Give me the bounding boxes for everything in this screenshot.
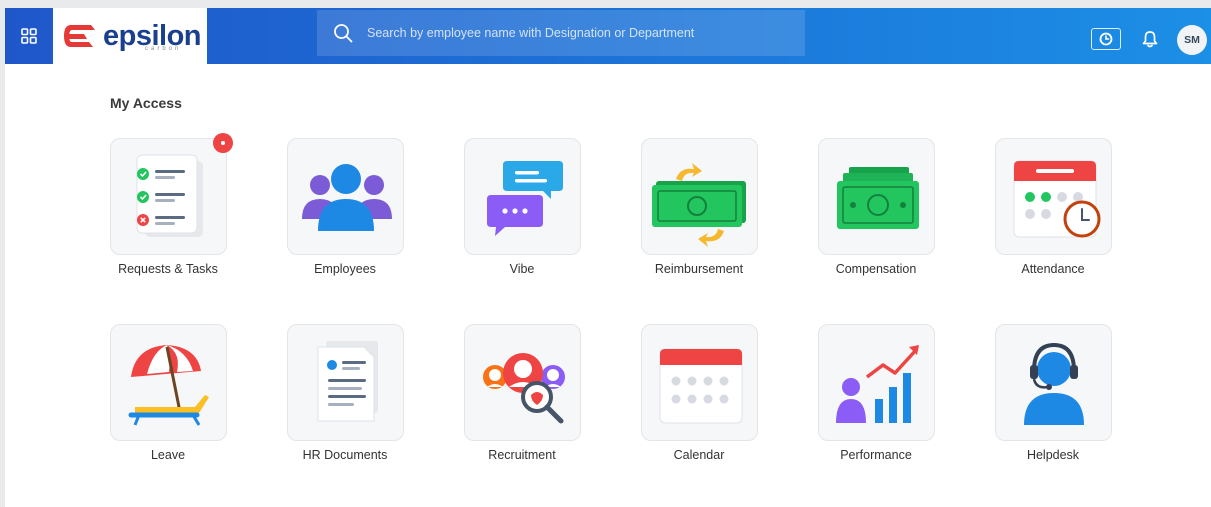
tile-label: Reimbursement [654, 262, 744, 276]
grid-icon [21, 28, 37, 44]
tile-vibe[interactable]: Vibe [452, 138, 592, 288]
performance-icon [836, 345, 919, 423]
tile-label: Recruitment [488, 448, 556, 462]
tile-hr-documents[interactable]: HR Documents [275, 324, 415, 474]
hr-documents-icon [317, 341, 378, 422]
search-input[interactable] [367, 26, 787, 40]
tile-label: Attendance [1021, 262, 1085, 276]
app-grid-button[interactable] [5, 8, 53, 64]
tile-helpdesk[interactable]: Helpdesk [983, 324, 1123, 474]
tile-icon-box [995, 324, 1112, 441]
search-icon [334, 24, 353, 43]
clock-icon [1099, 32, 1113, 46]
user-avatar[interactable]: SM [1177, 25, 1207, 55]
tile-icon-box [818, 324, 935, 441]
recruitment-icon [483, 353, 565, 424]
notification-badge [213, 133, 233, 153]
attendance-icon [1013, 160, 1101, 238]
top-bar: epsilon carbon SM [5, 8, 1211, 64]
tile-icon-box [110, 324, 227, 441]
app-window: epsilon carbon SM My Access [5, 8, 1211, 507]
epsilon-e-icon [64, 25, 95, 47]
tile-label: Vibe [509, 262, 535, 276]
tile-label: Helpdesk [1026, 448, 1080, 462]
tile-icon-box [110, 133, 233, 255]
tile-reimbursement[interactable]: Reimbursement [629, 138, 769, 288]
section-title: My Access [110, 95, 182, 111]
tile-icon-box [641, 138, 758, 255]
employees-icon [302, 164, 392, 231]
tile-attendance[interactable]: Attendance [983, 138, 1123, 288]
tile-leave[interactable]: Leave [98, 324, 238, 474]
reimbursement-icon [652, 163, 746, 247]
tile-icon-box [641, 324, 758, 441]
tile-requests-tasks[interactable]: Requests & Tasks [98, 133, 238, 288]
requests-tasks-icon [136, 154, 203, 237]
leave-beach-icon [128, 345, 209, 426]
tile-icon-box [818, 138, 935, 255]
tile-compensation[interactable]: Compensation [806, 138, 946, 288]
tile-icon-box [464, 138, 581, 255]
notifications-button[interactable] [1139, 28, 1161, 50]
tile-label: Compensation [835, 262, 917, 276]
compensation-icon [837, 167, 919, 229]
brand-logo[interactable]: epsilon carbon [53, 8, 207, 64]
tile-icon-box [287, 324, 404, 441]
tile-label: Leave [150, 448, 186, 462]
search-bar[interactable] [317, 10, 805, 56]
tile-employees[interactable]: Employees [275, 138, 415, 288]
tile-calendar[interactable]: Calendar [629, 324, 769, 474]
calendar-icon [659, 348, 743, 424]
tile-label: Requests & Tasks [118, 262, 218, 276]
tile-icon-box [287, 138, 404, 255]
tile-icon-box [995, 138, 1112, 255]
tile-performance[interactable]: Performance [806, 324, 946, 474]
tile-recruitment[interactable]: Recruitment [452, 324, 592, 474]
tile-icon-box [464, 324, 581, 441]
tile-label: HR Documents [302, 448, 388, 462]
timer-button[interactable] [1091, 28, 1121, 50]
bell-icon [1142, 31, 1158, 48]
tile-label: Calendar [673, 448, 725, 462]
brand-tagline: carbon [145, 46, 182, 52]
tile-label: Performance [840, 448, 912, 462]
helpdesk-icon [1024, 342, 1084, 425]
vibe-chat-icon [487, 161, 563, 236]
tile-label: Employees [314, 262, 376, 276]
